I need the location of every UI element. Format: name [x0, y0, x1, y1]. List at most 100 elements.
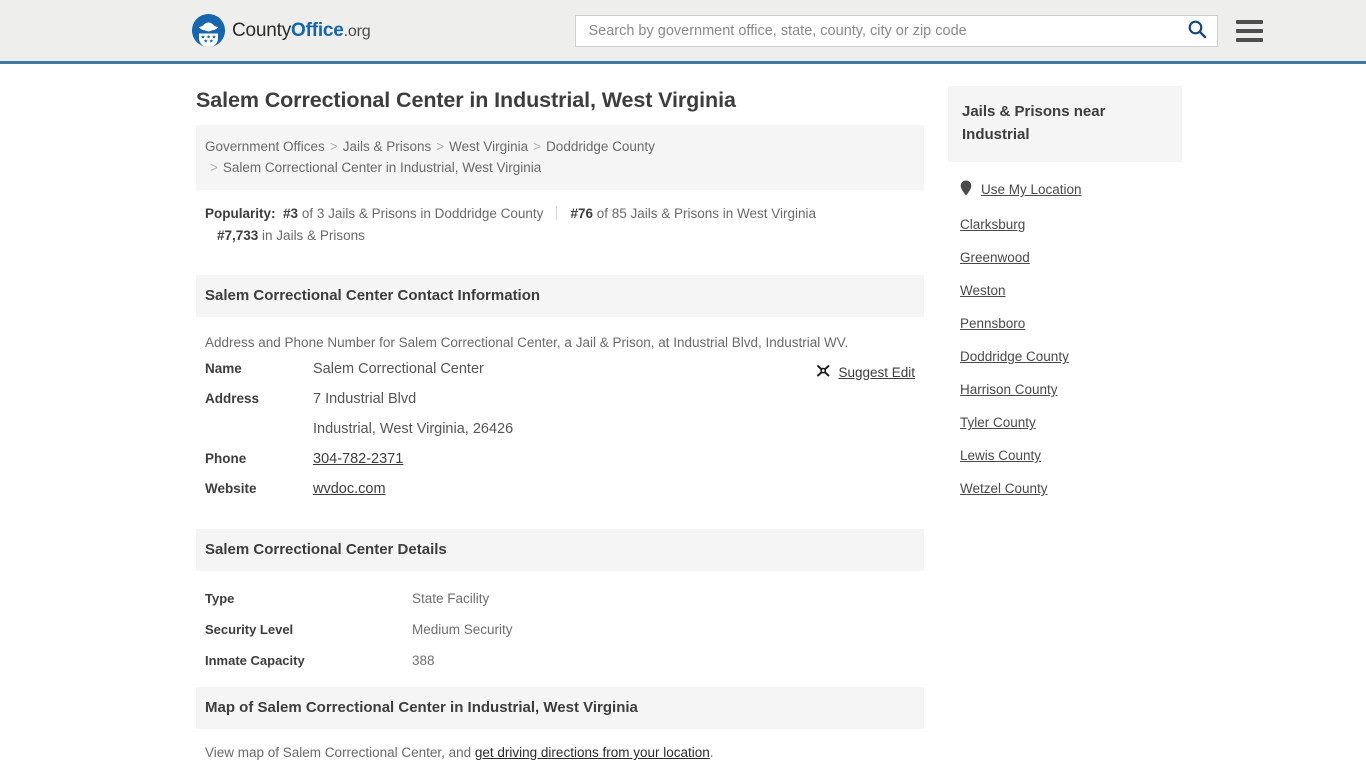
sidebar-item-wetzel-county[interactable]: Wetzel County [960, 481, 1182, 496]
logo-text-county: County [232, 19, 292, 41]
popularity-item-national: #7,733 in Jails & Prisons [217, 228, 365, 243]
site-logo[interactable]: CountyOffice.org [192, 14, 371, 47]
sidebar-link-use-my-location[interactable]: Use My Location [981, 182, 1082, 197]
header-search-zone [575, 14, 1264, 47]
page-title: Salem Correctional Center in Industrial,… [196, 88, 736, 112]
sidebar-item-clarksburg[interactable]: Clarksburg [960, 217, 1182, 232]
contact-row-website: Website wvdoc.com [205, 481, 915, 497]
sidebar-link-lewis-county[interactable]: Lewis County [960, 448, 1041, 463]
search-box[interactable] [575, 14, 1219, 47]
eagle-seal-logo-icon [192, 14, 225, 47]
contact-label-address: Address [205, 391, 260, 406]
contact-value-website-wrap: wvdoc.com [313, 481, 386, 497]
detail-value-security-level: Medium Security [412, 622, 513, 637]
detail-row-inmate-capacity: Inmate Capacity 388 [205, 653, 915, 668]
contact-value-phone-wrap: 304-782-2371 [313, 451, 403, 467]
sidebar-item-use-my-location[interactable]: Use My Location [960, 180, 1182, 199]
details-section-heading: Salem Correctional Center Details [196, 529, 924, 571]
sidebar-item-harrison-county[interactable]: Harrison County [960, 382, 1182, 397]
map-section-heading: Map of Salem Correctional Center in Indu… [196, 687, 924, 729]
breadcrumb-item-jails-prisons[interactable]: Jails & Prisons [343, 139, 432, 154]
sidebar: Jails & Prisons near Industrial Use My L… [948, 64, 1182, 768]
suggest-edit-button[interactable]: Suggest Edit [816, 363, 915, 381]
sidebar-link-greenwood[interactable]: Greenwood [960, 250, 1030, 265]
popularity-item-county: #3 of 3 Jails & Prisons in Doddridge Cou… [283, 206, 543, 221]
breadcrumb-item-government-offices[interactable]: Government Offices [205, 139, 325, 154]
detail-value-inmate-capacity: 388 [412, 653, 435, 668]
sidebar-item-tyler-county[interactable]: Tyler County [960, 415, 1182, 430]
site-header: CountyOffice.org [0, 0, 1366, 64]
main-content: Salem Correctional Center in Industrial,… [196, 64, 924, 768]
map-section-description: View map of Salem Correctional Center, a… [196, 729, 924, 768]
contact-section-description: Address and Phone Number for Salem Corre… [205, 335, 849, 350]
map-desc-prefix: View map of Salem Correctional Center, a… [205, 745, 475, 760]
driving-directions-link[interactable]: get driving directions from your locatio… [475, 745, 710, 760]
contact-row-name: Name Salem Correctional Center [205, 361, 915, 377]
contact-row-address: Address 7 Industrial Blvd [205, 391, 915, 407]
contact-value-address-line2: Industrial, West Virginia, 26426 [313, 421, 514, 437]
popularity-rank-state: #76 [570, 206, 593, 221]
popularity-divider [556, 206, 558, 220]
sidebar-item-doddridge-county[interactable]: Doddridge County [960, 349, 1182, 364]
breadcrumb-item-doddridge-county[interactable]: Doddridge County [546, 139, 655, 154]
popularity-text-state: of 85 Jails & Prisons in West Virginia [592, 206, 817, 221]
sidebar-link-pennsboro[interactable]: Pennsboro [960, 316, 1025, 331]
sidebar-list: Use My Location Clarksburg Greenwood Wes… [948, 162, 1182, 496]
sidebar-link-doddridge-county[interactable]: Doddridge County [960, 349, 1069, 364]
popularity-rank-national: #7,733 [217, 228, 259, 243]
breadcrumb: Government Offices > Jails & Prisons > West … [196, 125, 924, 190]
sidebar-link-weston[interactable]: Weston [960, 283, 1006, 298]
contact-value-address-line1: 7 Industrial Blvd [313, 391, 417, 407]
logo-text-org: .org [343, 22, 371, 40]
page-body: Salem Correctional Center in Industrial,… [0, 64, 1366, 768]
contact-label-phone: Phone [205, 451, 247, 466]
sidebar-link-harrison-county[interactable]: Harrison County [960, 382, 1058, 397]
sidebar-item-weston[interactable]: Weston [960, 283, 1182, 298]
breadcrumb-separator: > [210, 160, 218, 175]
sidebar-link-tyler-county[interactable]: Tyler County [960, 415, 1036, 430]
search-icon [1187, 19, 1207, 42]
popularity-row: Popularity: #3 of 3 Jails & Prisons in D… [196, 190, 924, 257]
suggest-edit-label: Suggest Edit [838, 364, 915, 380]
popularity-text-county: of 3 Jails & Prisons in Doddridge County [298, 206, 544, 221]
breadcrumb-item-west-virginia[interactable]: West Virginia [449, 139, 528, 154]
sidebar-item-pennsboro[interactable]: Pennsboro [960, 316, 1182, 331]
search-button[interactable] [1185, 19, 1209, 42]
popularity-rank-county: #3 [283, 206, 299, 221]
sidebar-heading: Jails & Prisons near Industrial [948, 86, 1182, 162]
sidebar-item-greenwood[interactable]: Greenwood [960, 250, 1182, 265]
details-table: Type State Facility Security Level Mediu… [196, 571, 924, 668]
breadcrumb-item-current: Salem Correctional Center in Industrial,… [222, 160, 542, 175]
detail-label-security-level: Security Level [205, 622, 294, 637]
popularity-item-state: #76 of 85 Jails & Prisons in West Virgin… [570, 206, 816, 221]
breadcrumb-separator: > [533, 139, 542, 154]
logo-text-office: Office [291, 19, 344, 41]
contact-label-name: Name [205, 361, 242, 376]
website-link[interactable]: wvdoc.com [313, 481, 386, 497]
sidebar-link-clarksburg[interactable]: Clarksburg [960, 217, 1025, 232]
detail-row-security-level: Security Level Medium Security [205, 622, 915, 637]
breadcrumb-separator: > [436, 139, 445, 154]
detail-value-type: State Facility [412, 591, 490, 606]
contact-value-name: Salem Correctional Center [313, 361, 484, 377]
breadcrumb-separator: > [329, 139, 338, 154]
edit-pencil-icon [816, 363, 831, 381]
sidebar-item-lewis-county[interactable]: Lewis County [960, 448, 1182, 463]
map-desc-suffix: . [709, 745, 714, 760]
hamburger-menu-icon[interactable] [1236, 19, 1264, 42]
detail-label-type: Type [205, 591, 235, 606]
contact-row-phone: Phone 304-782-2371 [205, 451, 915, 467]
map-pin-icon [960, 180, 972, 199]
contact-row-address-line2: Industrial, West Virginia, 26426 [205, 421, 915, 437]
detail-row-type: Type State Facility [205, 591, 915, 606]
sidebar-link-wetzel-county[interactable]: Wetzel County [960, 481, 1048, 496]
popularity-text-national: in Jails & Prisons [258, 228, 365, 243]
contact-info-table: Suggest Edit Name Salem Correctional Cen… [196, 361, 924, 497]
contact-section-heading: Salem Correctional Center Contact Inform… [196, 275, 924, 317]
popularity-label: Popularity: [205, 206, 276, 221]
detail-label-inmate-capacity: Inmate Capacity [205, 653, 305, 668]
contact-label-website: Website [205, 481, 257, 496]
phone-link[interactable]: 304-782-2371 [313, 451, 403, 467]
search-input[interactable] [586, 21, 1186, 40]
site-logo-text: CountyOffice.org [232, 19, 371, 42]
